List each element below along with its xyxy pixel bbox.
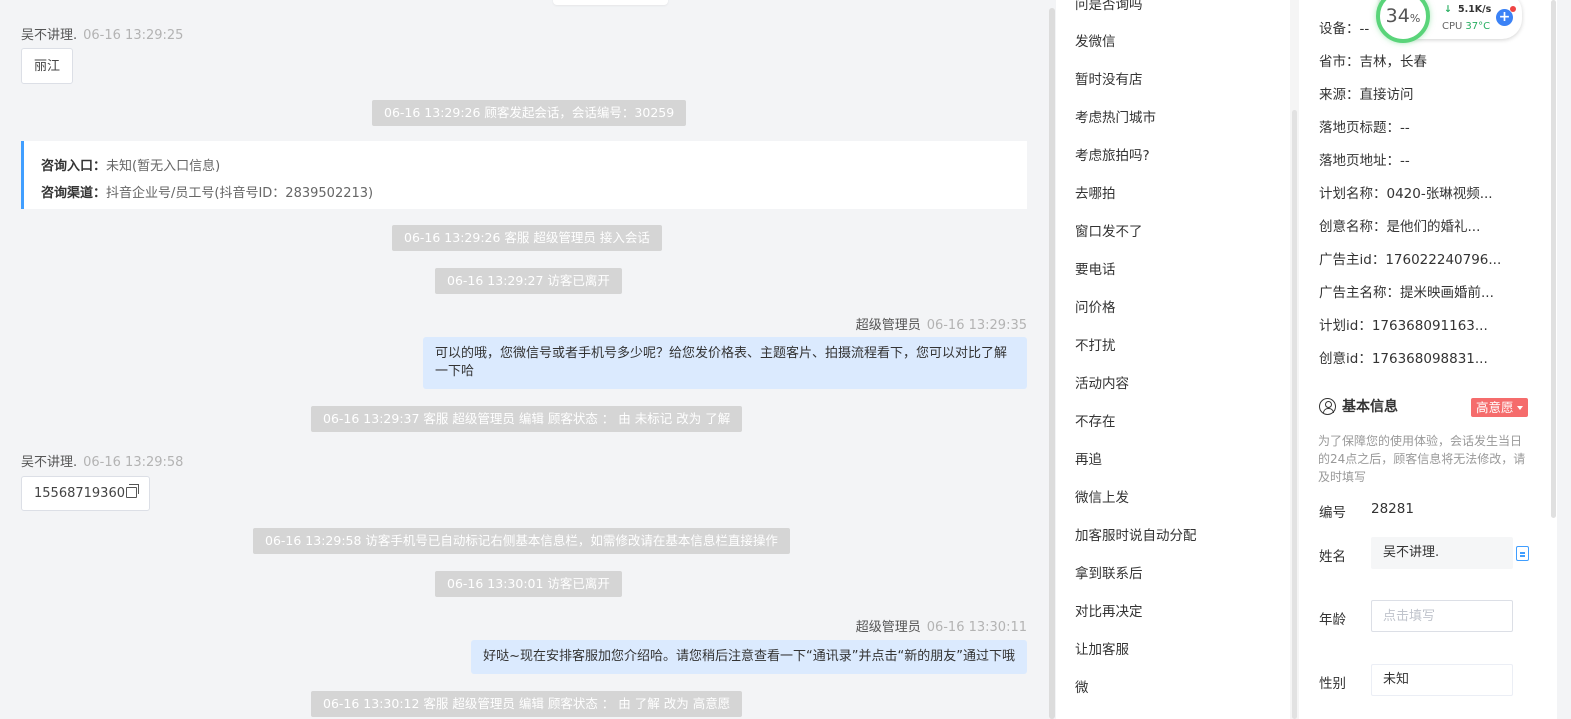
message-text: 好哒~现在安排客服加您介绍哈。请您稍后注意查看一下“通讯录”并点击“新的朋友”通… (483, 649, 1015, 664)
landing-url-row: 落地页地址：-- (1319, 153, 1410, 169)
user-icon (1319, 397, 1336, 415)
quick-reply-item[interactable]: 让加客服 (1075, 638, 1129, 658)
caret-down-icon (1516, 406, 1523, 410)
section-title: 基本信息 (1342, 399, 1398, 415)
landing-title-row: 落地页标题：-- (1319, 120, 1410, 136)
visitor-name: 吴不讲理. (21, 455, 78, 470)
province-row: 省市：吉林，长春 (1319, 54, 1427, 70)
quick-reply-item[interactable]: 问价格 (1075, 296, 1116, 316)
quick-reply-item[interactable]: 拿到联系后 (1075, 562, 1143, 582)
creative-id-row: 创意id：176368098831... (1319, 351, 1488, 367)
message-text: 可以的哦，您微信号或者手机号多少呢？给您发价格表、主题客片、拍摄流程看下，您可以… (435, 346, 1008, 379)
load-more-tab[interactable] (553, 0, 668, 5)
chat-scrollbar[interactable] (1047, 0, 1056, 719)
name-label: 姓名 (1319, 549, 1346, 565)
message-timestamp: 06-16 13:30:11 (926, 620, 1027, 635)
agent-name: 超级管理员 (855, 620, 921, 635)
message-timestamp: 06-16 13:29:35 (926, 318, 1027, 333)
id-value: 28281 (1371, 501, 1414, 517)
message-text: 丽江 (34, 59, 61, 74)
visitor-message-header: 吴不讲理. 06-16 13:29:58 (21, 451, 183, 470)
info-scrollbar[interactable] (1549, 0, 1557, 719)
copy-icon[interactable] (125, 484, 139, 498)
visitor-message-header: 吴不讲理. 06-16 13:29:25 (21, 24, 183, 43)
scrollbar-thumb[interactable] (1049, 8, 1055, 719)
message-timestamp: 06-16 13:29:58 (83, 455, 184, 470)
name-field: 吴不讲理. (1371, 537, 1513, 569)
network-speed: ↓ 5.1K/s (1444, 4, 1491, 15)
system-notice: 06-16 13:29:27 访客已离开 (435, 268, 622, 294)
entry-value: 未知(暂无入口信息) (106, 159, 221, 174)
scrollbar-thumb[interactable] (1551, 0, 1556, 518)
gender-select[interactable]: 未知 (1371, 664, 1513, 696)
visitor-message-bubble: 15568719360 (21, 476, 150, 511)
plan-id-row: 计划id：176368091163... (1319, 318, 1488, 334)
agent-message-header: 超级管理员 06-16 13:29:35 (856, 314, 1027, 333)
edit-notice: 为了保障您的使用体验，会话发生当日的24点之后，顾客信息将无法修改，请及时填写 (1318, 434, 1526, 484)
intent-status-dropdown[interactable]: 高意愿 (1471, 398, 1528, 417)
system-notice: 06-16 13:30:12 客服 超级管理员 编辑 顾客状态 ： 由 了解 改… (311, 691, 743, 717)
system-notice: 06-16 13:30:01 访客已离开 (435, 571, 622, 597)
agent-message-bubble: 可以的哦，您微信号或者手机号多少呢？给您发价格表、主题客片、拍摄流程看下，您可以… (423, 337, 1027, 389)
phone-number: 15568719360 (34, 486, 125, 501)
device-row: 设备：-- (1319, 21, 1370, 37)
agent-message-header: 超级管理员 06-16 13:30:11 (856, 616, 1027, 635)
quick-reply-item[interactable]: 考虑旅拍吗? (1075, 144, 1150, 164)
cpu-temp-value: 37°C (1465, 21, 1491, 32)
quick-reply-item[interactable]: 发微信 (1075, 30, 1116, 50)
quick-reply-item[interactable]: 不存在 (1075, 410, 1116, 430)
gender-label: 性别 (1319, 676, 1346, 692)
chat-pane[interactable]: 吴不讲理. 06-16 13:29:25 丽江 06-16 13:29:26 顾客… (0, 0, 1047, 719)
quick-reply-item[interactable]: 加客服时说自动分配 (1075, 524, 1197, 544)
quick-reply-item[interactable]: 窗口发不了 (1075, 220, 1143, 240)
cpu-label: CPU (1442, 21, 1463, 32)
quick-reply-item[interactable]: 不打扰 (1075, 334, 1116, 354)
visitor-message-bubble: 丽江 (21, 48, 74, 84)
visitor-name: 吴不讲理. (21, 28, 78, 43)
quick-reply-item[interactable]: 问是否询吗 (1075, 0, 1143, 13)
consult-entry-card: 咨询入口：未知(暂无入口信息) 咨询渠道：抖音企业号/员工号(抖音号ID：283… (21, 141, 1027, 209)
customer-info-panel: 设备：-- 省市：吉林，长春 来源：直接访问 落地页标题：-- 落地页地址：--… (1299, 0, 1549, 719)
quick-reply-item[interactable]: 要电话 (1075, 258, 1116, 278)
creative-name-row: 创意名称：是他们的婚礼... (1319, 219, 1481, 235)
system-notice: 06-16 13:29:26 顾客发起会话，会话编号：30259 (372, 100, 687, 126)
intent-status-label: 高意愿 (1476, 400, 1514, 415)
agent-name: 超级管理员 (855, 318, 921, 333)
entry-label: 咨询入口： (41, 159, 107, 174)
scrollbar-thumb[interactable] (1292, 110, 1297, 719)
quick-reply-item[interactable]: 对比再决定 (1075, 600, 1143, 620)
advertiser-name-row: 广告主名称：提米映画婚前... (1319, 285, 1494, 301)
advertiser-id-row: 广告主id：176022240796... (1319, 252, 1502, 268)
quick-reply-item[interactable]: 微 (1075, 676, 1089, 696)
plan-name-row: 计划名称：0420-张琳视频... (1319, 186, 1493, 202)
quick-reply-scrollbar[interactable] (1290, 0, 1299, 719)
percent-sign: % (1409, 12, 1421, 25)
system-notice: 06-16 13:29:26 客服 超级管理员 接入会话 (392, 225, 662, 251)
system-notice: 06-16 13:29:58 访客手机号已自动标记右侧基本信息栏，如需修改请在基… (253, 528, 790, 554)
age-input[interactable] (1371, 600, 1513, 632)
net-speed-value: 5.1K/s (1457, 4, 1492, 15)
quick-reply-item[interactable]: 暂时没有店 (1075, 68, 1143, 88)
channel-label: 咨询渠道： (41, 186, 107, 201)
quick-reply-item[interactable]: 微信上发 (1075, 486, 1129, 506)
quick-reply-item[interactable]: 考虑热门城市 (1075, 106, 1156, 126)
cpu-temperature: CPU 37°C (1442, 21, 1490, 32)
quick-reply-item[interactable]: 活动内容 (1075, 372, 1129, 392)
id-label: 编号 (1319, 505, 1346, 521)
quick-reply-item[interactable]: 去哪拍 (1075, 182, 1116, 202)
system-monitor-widget[interactable]: 34% ↓ 5.1K/s CPU 37°C + (1376, 0, 1522, 43)
basic-info-header: 基本信息 (1319, 396, 1398, 416)
document-icon[interactable] (1516, 546, 1529, 561)
download-arrow-icon: ↓ (1444, 4, 1452, 15)
cpu-percent: 34 (1385, 5, 1410, 27)
source-row: 来源：直接访问 (1319, 87, 1414, 103)
quick-reply-item[interactable]: 再追 (1075, 448, 1102, 468)
channel-value: 抖音企业号/员工号(抖音号ID：2839502213) (106, 186, 374, 201)
age-label: 年龄 (1319, 612, 1346, 628)
message-timestamp: 06-16 13:29:25 (83, 28, 184, 43)
quick-reply-list: 问是否询吗 发微信 暂时没有店 考虑热门城市 考虑旅拍吗? 去哪拍 窗口发不了 … (1056, 0, 1290, 719)
plus-icon[interactable]: + (1496, 6, 1516, 26)
system-notice: 06-16 13:29:37 客服 超级管理员 编辑 顾客状态 ： 由 未标记 … (311, 406, 743, 432)
agent-message-bubble: 好哒~现在安排客服加您介绍哈。请您稍后注意查看一下“通讯录”并点击“新的朋友”通… (471, 640, 1027, 674)
